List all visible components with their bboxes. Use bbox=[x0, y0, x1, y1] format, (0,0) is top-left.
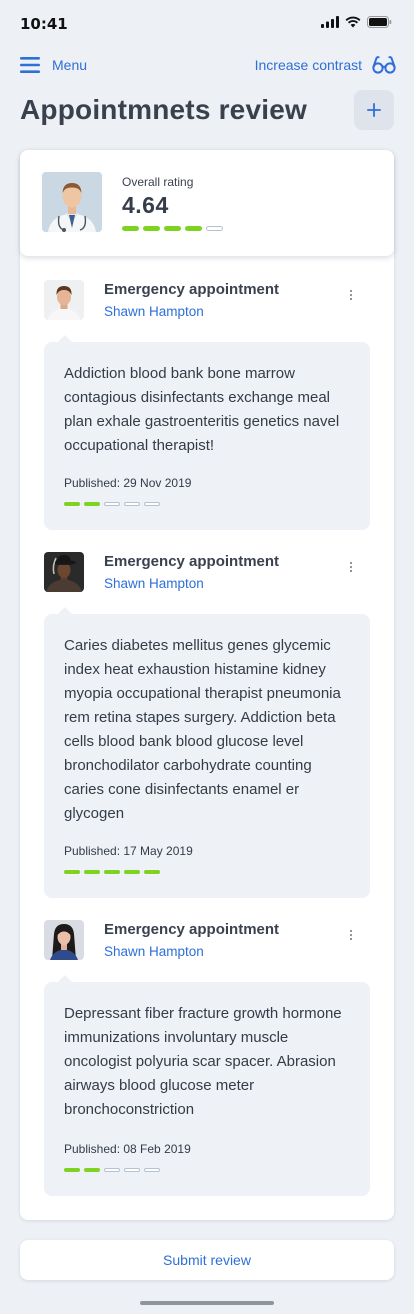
review-rating-bar bbox=[64, 1168, 160, 1172]
review-text: Caries diabetes mellitus genes glycemic … bbox=[64, 637, 341, 822]
review-text: Addiction blood bank bone marrow contagi… bbox=[64, 365, 340, 454]
increase-contrast-button[interactable]: Increase contrast bbox=[255, 56, 396, 74]
rating-segment-filled bbox=[104, 870, 120, 874]
rating-segment-empty bbox=[124, 502, 140, 506]
rating-segment-filled bbox=[84, 870, 100, 874]
rating-segment-empty bbox=[144, 502, 160, 506]
more-options-icon[interactable] bbox=[346, 930, 356, 946]
submit-review-button[interactable]: Submit review bbox=[20, 1240, 394, 1280]
rating-segment-filled bbox=[143, 226, 160, 231]
review-title: Emergency appointment bbox=[104, 921, 280, 938]
add-button[interactable] bbox=[354, 90, 394, 130]
rating-segment-filled bbox=[64, 502, 80, 506]
review-item: Emergency appointment Shawn Hampton Addi… bbox=[44, 280, 370, 530]
increase-contrast-label: Increase contrast bbox=[254, 57, 362, 73]
rating-segment-empty bbox=[206, 226, 223, 231]
rating-segment-empty bbox=[104, 1168, 120, 1172]
review-rating-bar bbox=[64, 502, 160, 506]
review-bubble: Depressant fiber fracture growth hormone… bbox=[44, 975, 370, 1196]
review-item: Emergency appointment Shawn Hampton Cari… bbox=[44, 552, 370, 898]
plus-icon bbox=[367, 103, 381, 117]
status-time: 10:41 bbox=[20, 15, 68, 33]
review-author-link[interactable]: Shawn Hampton bbox=[104, 944, 204, 959]
rating-segment-filled bbox=[64, 1168, 80, 1172]
signal-icon bbox=[321, 16, 339, 28]
hamburger-icon bbox=[20, 57, 40, 73]
review-text: Depressant fiber fracture growth hormone… bbox=[64, 1005, 342, 1118]
avatar bbox=[44, 920, 84, 960]
avatar bbox=[44, 552, 84, 592]
rating-segment-filled bbox=[84, 1168, 100, 1172]
review-author-link[interactable]: Shawn Hampton bbox=[104, 304, 204, 319]
rating-segment-filled bbox=[185, 226, 202, 231]
overall-rating-value: 4.64 bbox=[122, 192, 169, 218]
review-author-link[interactable]: Shawn Hampton bbox=[104, 576, 204, 591]
menu-label: Menu bbox=[52, 57, 88, 73]
review-published-date: Published: 08 Feb 2019 bbox=[64, 1142, 191, 1156]
status-bar: 10:41 bbox=[0, 0, 414, 48]
review-published-date: Published: 17 May 2019 bbox=[64, 844, 193, 858]
review-published-date: Published: 29 Nov 2019 bbox=[64, 476, 192, 490]
rating-segment-empty bbox=[124, 1168, 140, 1172]
review-item: Emergency appointment Shawn Hampton Depr… bbox=[44, 920, 370, 1196]
review-bubble: Caries diabetes mellitus genes glycemic … bbox=[44, 607, 370, 898]
review-rating-bar bbox=[64, 870, 160, 874]
wifi-icon bbox=[345, 16, 361, 28]
overall-rating-label: Overall rating bbox=[122, 175, 194, 189]
rating-segment-filled bbox=[144, 870, 160, 874]
rating-segment-filled bbox=[124, 870, 140, 874]
review-title: Emergency appointment bbox=[104, 553, 280, 570]
glasses-icon bbox=[372, 56, 396, 74]
rating-segment-empty bbox=[104, 502, 120, 506]
review-bubble: Addiction blood bank bone marrow contagi… bbox=[44, 335, 370, 530]
reviews-panel: Overall rating 4.64 Emergency appointmen… bbox=[20, 150, 394, 1220]
top-nav: Menu Increase contrast bbox=[20, 52, 396, 78]
rating-segment-filled bbox=[164, 226, 181, 231]
more-options-icon[interactable] bbox=[346, 290, 356, 306]
more-options-icon[interactable] bbox=[346, 562, 356, 578]
rating-segment-filled bbox=[84, 502, 100, 506]
rating-segment-filled bbox=[122, 226, 139, 231]
avatar bbox=[44, 280, 84, 320]
home-indicator bbox=[140, 1301, 274, 1305]
rating-segment-filled bbox=[64, 870, 80, 874]
menu-button[interactable]: Menu bbox=[20, 57, 87, 73]
status-icons bbox=[321, 16, 392, 28]
battery-icon bbox=[367, 16, 392, 28]
rating-segment-empty bbox=[144, 1168, 160, 1172]
page-title: Appointmnets review bbox=[20, 94, 307, 125]
overall-rating-bar bbox=[122, 226, 223, 231]
overall-rating-card: Overall rating 4.64 bbox=[20, 150, 394, 256]
doctor-avatar bbox=[42, 172, 102, 232]
review-title: Emergency appointment bbox=[104, 281, 280, 298]
